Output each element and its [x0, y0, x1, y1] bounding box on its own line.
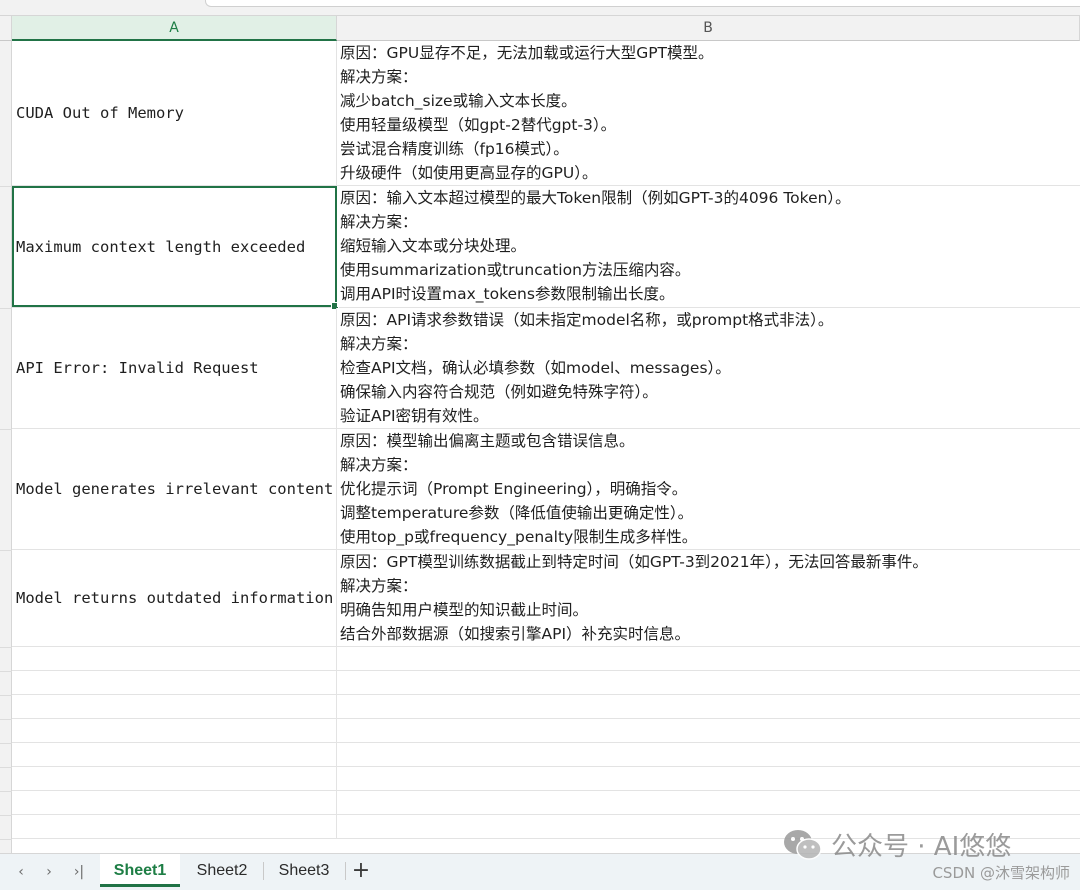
empty-row[interactable]	[12, 719, 1080, 743]
row-boundary	[0, 791, 12, 792]
cell-a5-text: Model returns outdated information	[16, 589, 334, 607]
cell-b1[interactable]: 原因：GPU显存不足，无法加载或运行大型GPT模型。 解决方案： 减少batch…	[337, 41, 1080, 185]
cell-a2[interactable]: Maximum context length exceeded	[12, 186, 339, 310]
spreadsheet-grid: CUDA Out of Memory 原因：GPU显存不足，无法加载或运行大型G…	[12, 41, 1080, 853]
cell-line: 使用summarization或truncation方法压缩内容。	[340, 261, 691, 279]
row-boundary	[0, 671, 12, 672]
cell-line: 升级硬件（如使用更高显存的GPU）。	[340, 164, 598, 182]
watermark: 公众号 · AI悠悠	[783, 826, 1011, 863]
cell-line: 减少batch_size或输入文本长度。	[340, 92, 577, 110]
cell-line: 验证API密钥有效性。	[340, 407, 489, 425]
empty-cell[interactable]	[12, 743, 337, 766]
prev-sheet-icon[interactable]: ‹	[10, 862, 32, 882]
cell-line: 原因：输入文本超过模型的最大Token限制（例如GPT-3的4096 Token…	[340, 189, 851, 207]
last-sheet-icon[interactable]: ›|	[66, 862, 92, 882]
row-boundary	[0, 429, 12, 430]
empty-row[interactable]	[12, 695, 1080, 719]
cell-line: 明确告知用户模型的知识截止时间。	[340, 601, 589, 619]
wechat-icon	[784, 829, 822, 860]
cell-line: 确保输入内容符合规范（例如避免特殊字符）。	[340, 383, 658, 401]
cell-line: 使用轻量级模型（如gpt-2替代gpt-3）。	[340, 116, 617, 134]
empty-cell[interactable]	[12, 647, 337, 670]
cell-b3[interactable]: 原因：API请求参数错误（如未指定model名称，或prompt格式非法）。 解…	[337, 308, 1080, 428]
empty-cell[interactable]	[12, 695, 337, 718]
row-boundary	[0, 743, 12, 744]
ribbon-edge	[205, 0, 1080, 7]
cell-line: 解决方案：	[340, 577, 418, 595]
empty-row[interactable]	[12, 767, 1080, 791]
empty-cell[interactable]	[12, 719, 337, 742]
watermark-text: 公众号 · AI悠悠	[831, 832, 1012, 862]
sheet-tab-sheet2[interactable]: Sheet2	[182, 854, 262, 887]
next-sheet-icon[interactable]: ›	[38, 862, 60, 882]
table-row: API Error: Invalid Request 原因：API请求参数错误（…	[12, 308, 1080, 429]
add-sheet-button[interactable]: +	[350, 859, 372, 883]
cell-line: 原因：API请求参数错误（如未指定model名称，或prompt格式非法）。	[340, 311, 834, 329]
empty-row[interactable]	[12, 791, 1080, 815]
column-header-b[interactable]: B	[337, 16, 1080, 41]
cell-a1-text: CUDA Out of Memory	[16, 104, 184, 122]
cell-a5[interactable]: Model returns outdated information	[12, 550, 337, 646]
cell-a3-text: API Error: Invalid Request	[16, 359, 259, 377]
window-top-strip	[0, 0, 1080, 16]
cell-line: 原因：模型输出偏离主题或包含错误信息。	[340, 432, 635, 450]
row-boundary	[0, 647, 12, 648]
empty-cell[interactable]	[12, 671, 337, 694]
empty-row[interactable]	[12, 671, 1080, 695]
cell-line: 解决方案：	[340, 335, 418, 353]
empty-cell[interactable]	[12, 815, 337, 838]
cell-line: 解决方案：	[340, 68, 418, 86]
row-boundary	[0, 695, 12, 696]
cell-line: 使用top_p或frequency_penalty限制生成多样性。	[340, 528, 698, 546]
empty-cell[interactable]	[12, 791, 337, 814]
row-boundary	[0, 308, 12, 309]
tab-divider	[345, 862, 346, 880]
cell-a2-text: Maximum context length exceeded	[16, 237, 306, 256]
row-boundary	[0, 839, 12, 840]
cell-b4[interactable]: 原因：模型输出偏离主题或包含错误信息。 解决方案： 优化提示词（Prompt E…	[337, 429, 1080, 549]
sheet-tab-sheet1[interactable]: Sheet1	[100, 854, 180, 887]
empty-row[interactable]	[12, 743, 1080, 767]
empty-row[interactable]	[12, 647, 1080, 671]
cell-a3[interactable]: API Error: Invalid Request	[12, 308, 337, 428]
column-header-a[interactable]: A	[12, 16, 337, 41]
row-boundary	[0, 815, 12, 816]
cell-b5[interactable]: 原因：GPT模型训练数据截止到特定时间（如GPT-3到2021年），无法回答最新…	[337, 550, 1080, 646]
cell-a1[interactable]: CUDA Out of Memory	[12, 41, 337, 185]
select-all-corner[interactable]	[0, 16, 12, 41]
row-boundary	[0, 719, 12, 720]
row-boundary	[0, 550, 12, 551]
cell-line: 原因：GPT模型训练数据截止到特定时间（如GPT-3到2021年），无法回答最新…	[340, 553, 928, 571]
cell-line: 调用API时设置max_tokens参数限制输出长度。	[340, 285, 675, 303]
table-row: Model returns outdated information 原因：GP…	[12, 550, 1080, 647]
cell-a4-text: Model generates irrelevant content	[16, 480, 334, 498]
row-boundary	[0, 186, 12, 187]
cell-line: 优化提示词（Prompt Engineering），明确指令。	[340, 480, 688, 498]
cell-line: 尝试混合精度训练（fp16模式）。	[340, 140, 569, 158]
cell-b2[interactable]: 原因：输入文本超过模型的最大Token限制（例如GPT-3的4096 Token…	[337, 186, 1080, 307]
cell-line: 检查API文档，确认必填参数（如model、messages）。	[340, 359, 731, 377]
sheet-tab-sheet3[interactable]: Sheet3	[264, 854, 344, 887]
cell-a4[interactable]: Model generates irrelevant content	[12, 429, 337, 549]
empty-cell[interactable]	[12, 767, 337, 790]
cell-line: 原因：GPU显存不足，无法加载或运行大型GPT模型。	[340, 44, 714, 62]
row-header-gutter[interactable]	[0, 41, 12, 853]
cell-line: 解决方案：	[340, 213, 418, 231]
cell-line: 结合外部数据源（如搜索引擎API）补充实时信息。	[340, 625, 691, 643]
cell-line: 调整temperature参数（降低值使输出更确定性）。	[340, 504, 694, 522]
table-row: Model generates irrelevant content 原因：模型…	[12, 429, 1080, 550]
cell-line: 解决方案：	[340, 456, 418, 474]
table-row: CUDA Out of Memory 原因：GPU显存不足，无法加载或运行大型G…	[12, 41, 1080, 186]
cell-line: 缩短输入文本或分块处理。	[340, 237, 527, 255]
row-boundary	[0, 767, 12, 768]
table-row: Maximum context length exceeded 原因：输入文本超…	[12, 186, 1080, 310]
csdn-watermark: CSDN @沐雪架构师	[932, 864, 1070, 882]
